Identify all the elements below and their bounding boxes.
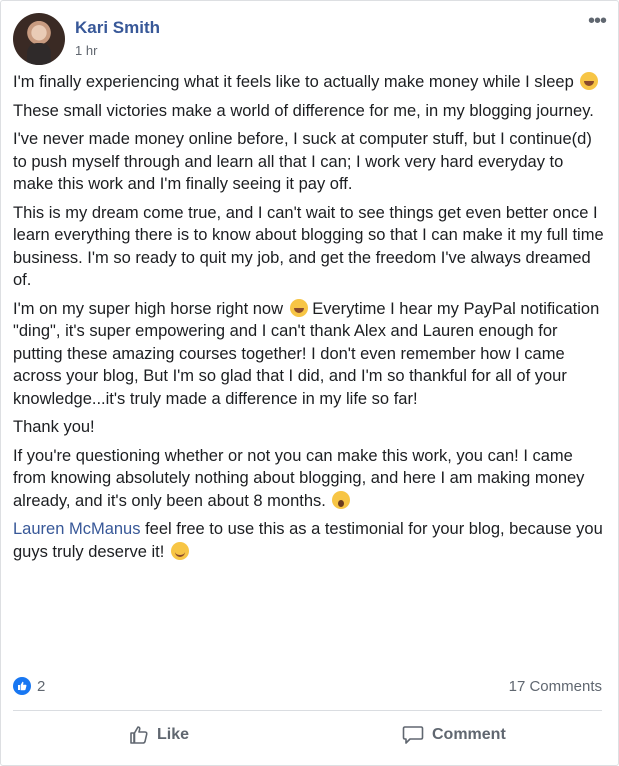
paragraph: If you're questioning whether or not you… xyxy=(13,445,607,513)
surprised-emoji-icon xyxy=(332,490,351,509)
post-header: Kari Smith 1 hr ••• xyxy=(13,11,608,65)
comment-icon xyxy=(402,726,424,744)
paragraph-text: If you're questioning whether or not you… xyxy=(13,446,585,510)
paragraph: This is my dream come true, and I can't … xyxy=(13,203,604,290)
paragraph: I'm finally experiencing what it feels l… xyxy=(13,71,607,94)
avatar[interactable] xyxy=(13,13,65,65)
like-label: Like xyxy=(157,726,190,743)
action-bar: Like Comment xyxy=(13,715,602,755)
like-reaction-icon[interactable] xyxy=(13,677,31,695)
paragraph-text: I'm finally experiencing what it feels l… xyxy=(13,73,574,91)
laughing-emoji-icon xyxy=(580,72,599,90)
post-card: Kari Smith 1 hr ••• I'm finally experien… xyxy=(0,0,619,766)
paragraph: Lauren McManus feel free to use this as … xyxy=(13,518,607,563)
comment-label: Comment xyxy=(432,726,506,743)
post-stats: 2 17 Comments xyxy=(13,677,602,697)
more-options-icon[interactable]: ••• xyxy=(588,11,607,31)
divider xyxy=(13,710,602,711)
paragraph-text: I'm on my super high horse right now xyxy=(13,299,284,318)
mention-link[interactable]: Lauren McManus xyxy=(13,520,140,538)
smile-emoji-icon xyxy=(170,541,189,560)
paragraph: I'm on my super high horse right now Eve… xyxy=(13,298,607,411)
comments-count[interactable]: 17 Comments xyxy=(509,678,602,695)
author-name[interactable]: Kari Smith xyxy=(75,18,160,38)
laughing-emoji-icon xyxy=(289,298,308,317)
reaction-count[interactable]: 2 xyxy=(37,678,45,695)
post-time[interactable]: 1 hr xyxy=(75,43,97,58)
like-button[interactable]: Like xyxy=(129,715,189,755)
post-body: I'm finally experiencing what it feels l… xyxy=(13,71,607,569)
paragraph: I've never made money online before, I s… xyxy=(13,130,592,193)
thumbs-up-icon xyxy=(130,726,148,744)
paragraph: Thank you! xyxy=(13,418,95,436)
paragraph: These small victories make a world of di… xyxy=(13,101,594,120)
comment-button[interactable]: Comment xyxy=(402,715,506,755)
